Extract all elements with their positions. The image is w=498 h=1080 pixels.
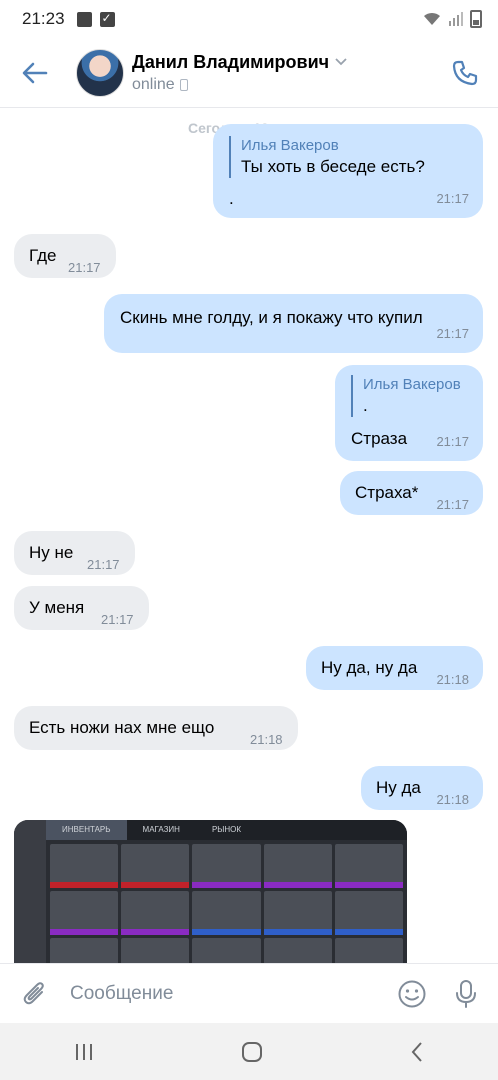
reply-quote[interactable]: Илья Вакеров .: [351, 375, 461, 417]
inventory-grid: [50, 844, 403, 963]
message-text: Страза: [351, 429, 408, 448]
inventory-item: [50, 891, 119, 935]
message-time: 21:17: [101, 612, 134, 627]
message-bubble-incoming[interactable]: Где 21:17: [14, 234, 116, 278]
reply-text: Ты хоть в беседе есть?: [241, 157, 425, 176]
message-text: Страха*: [355, 483, 419, 502]
reply-text: .: [363, 396, 368, 415]
home-icon[interactable]: [241, 1041, 263, 1063]
inventory-item: [334, 938, 403, 963]
inventory-item: [121, 891, 190, 935]
message-text: У меня: [29, 598, 85, 617]
inventory-item: [50, 938, 119, 963]
game-sidebar: [14, 820, 46, 963]
message-bubble-outgoing[interactable]: Скинь мне голду, и я покажу что купил 21…: [104, 294, 483, 353]
avatar[interactable]: [76, 48, 124, 97]
checkbox-notification-icon: [99, 11, 115, 27]
game-tab: МАГАЗИН: [142, 825, 180, 834]
inventory-item: [192, 844, 261, 888]
back-button[interactable]: [0, 38, 70, 108]
chat-header: Данил Владимирович online: [0, 38, 498, 108]
message-bubble-outgoing[interactable]: Илья Вакеров Ты хоть в беседе есть? . 21…: [213, 124, 483, 218]
reply-quote[interactable]: Илья Вакеров Ты хоть в беседе есть?: [229, 136, 425, 178]
message-text: Где: [29, 246, 57, 265]
photo-attachment[interactable]: ИНВЕНТАРЬ МАГАЗИН РЫНОК: [14, 820, 407, 963]
paperclip-icon: [23, 981, 44, 1004]
message-time: 21:17: [436, 497, 469, 512]
message-time: 21:18: [250, 732, 283, 747]
message-time: 21:18: [436, 792, 469, 807]
message-bubble-incoming[interactable]: У меня 21:17: [14, 586, 149, 630]
recent-apps-icon[interactable]: [73, 1042, 95, 1062]
message-text: Есть ножи нах мне ещо: [29, 718, 215, 737]
message-bubble-incoming[interactable]: Есть ножи нах мне ещо 21:18: [14, 706, 298, 750]
status-time: 21:23: [22, 9, 65, 28]
message-bubble-outgoing[interactable]: Ну да 21:18: [361, 766, 483, 810]
contact-info[interactable]: Данил Владимирович online: [132, 52, 347, 94]
call-button[interactable]: [446, 54, 484, 92]
message-time: 21:17: [87, 557, 120, 572]
signal-icon: [449, 12, 463, 26]
message-text: Ну да, ну да: [321, 658, 418, 677]
message-composer: Сообщение: [0, 963, 498, 1023]
message-text: Ну да: [376, 778, 421, 797]
back-nav-icon[interactable]: [409, 1041, 425, 1063]
battery-icon: [470, 10, 482, 28]
message-time: 21:17: [436, 326, 469, 341]
message-text: Ну не: [29, 543, 74, 562]
inventory-item: [334, 891, 403, 935]
smile-icon: [398, 980, 426, 1007]
emoji-button[interactable]: [392, 979, 432, 1009]
microphone-icon: [456, 979, 476, 1008]
voice-message-button[interactable]: [446, 979, 486, 1009]
inventory-item: [121, 938, 190, 963]
inventory-item: [334, 844, 403, 888]
attach-button[interactable]: [0, 980, 70, 1008]
inventory-item: [50, 844, 119, 888]
game-tab: РЫНОК: [211, 825, 242, 834]
message-bubble-outgoing[interactable]: Страха* 21:17: [340, 471, 483, 515]
gallery-notification-icon: [76, 11, 92, 27]
message-text: Скинь мне голду, и я покажу что купил: [120, 308, 423, 327]
system-navigation-bar: [0, 1023, 498, 1080]
message-bubble-outgoing[interactable]: Илья Вакеров . Страза 21:17: [335, 365, 483, 461]
wifi-icon: [424, 12, 440, 25]
inventory-item: [121, 844, 190, 888]
message-text: .: [229, 189, 234, 208]
message-time: 21:17: [436, 191, 469, 206]
inventory-item: [192, 891, 261, 935]
message-time: 21:17: [68, 260, 101, 275]
inventory-item: [263, 938, 332, 963]
message-bubble-outgoing[interactable]: Ну да, ну да 21:18: [306, 646, 483, 690]
reply-author: Илья Вакеров: [363, 376, 461, 393]
reply-author: Илья Вакеров: [241, 137, 339, 154]
phone-icon: [452, 60, 478, 86]
message-list[interactable]: Сегодня, 19 июля Илья Вакеров Ты хоть в …: [0, 108, 498, 963]
arrow-left-icon: [22, 62, 48, 83]
inventory-item: [263, 844, 332, 888]
message-input[interactable]: Сообщение: [70, 983, 392, 1005]
online-status: online: [132, 75, 175, 93]
inventory-item: [192, 938, 261, 963]
contact-name: Данил Владимирович: [132, 51, 330, 72]
message-bubble-incoming[interactable]: Ну не 21:17: [14, 531, 135, 575]
status-bar: 21:23: [0, 0, 498, 38]
mobile-icon: [179, 78, 188, 91]
message-time: 21:17: [436, 434, 469, 449]
game-tab: ИНВЕНТАРЬ: [46, 820, 127, 840]
inventory-item: [263, 891, 332, 935]
message-time: 21:18: [436, 672, 469, 687]
game-tabs: ИНВЕНТАРЬ МАГАЗИН РЫНОК: [46, 820, 407, 840]
chevron-down-icon: [335, 58, 347, 66]
